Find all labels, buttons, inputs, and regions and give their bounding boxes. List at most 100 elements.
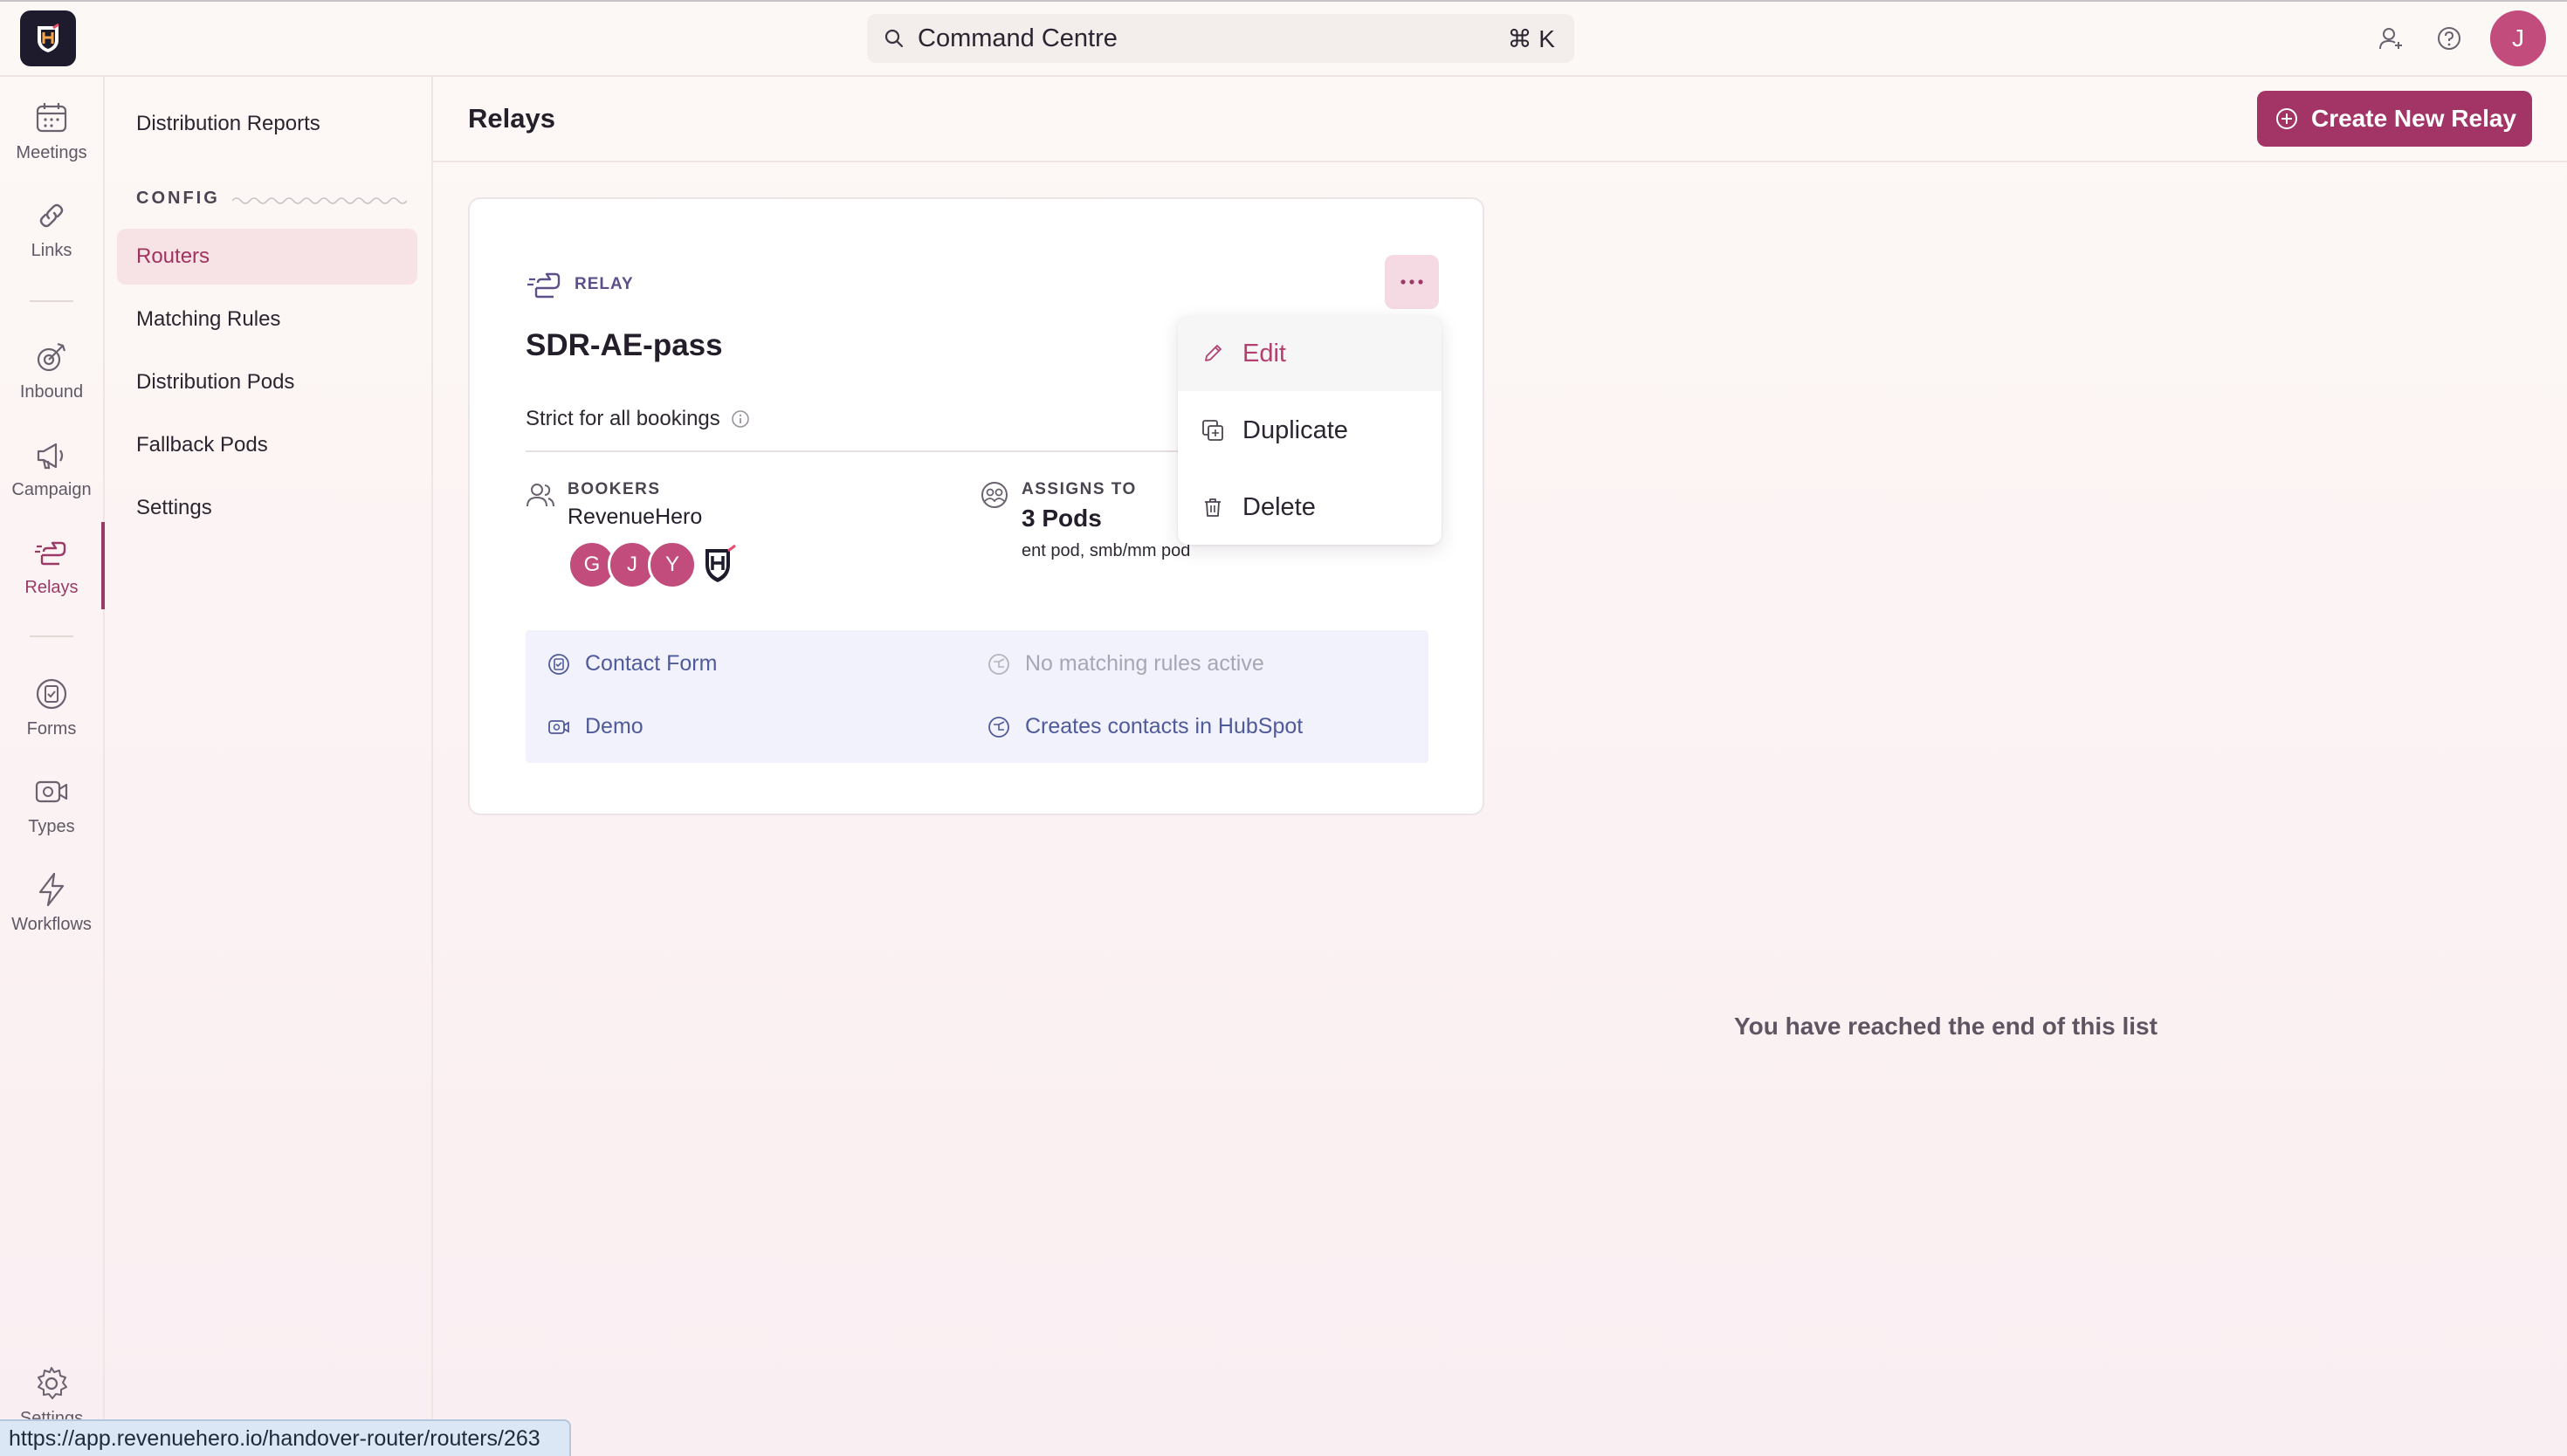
assigns-value: 3 Pods bbox=[1022, 505, 1102, 532]
gear-icon bbox=[38, 1366, 67, 1399]
rules-icon bbox=[988, 653, 1009, 675]
assigns-section: ASSIGNS TO 3 Pods ent pod, smb/mm pod bbox=[980, 480, 1190, 561]
menu-item-label: Delete bbox=[1242, 492, 1316, 521]
subnav-item-fallback-pods[interactable]: Fallback Pods bbox=[117, 417, 417, 473]
info-icon[interactable] bbox=[731, 409, 750, 429]
revenuehero-shield-icon bbox=[699, 540, 742, 589]
relay-options-menu: Edit Duplicate Delete bbox=[1178, 316, 1442, 545]
config-label-text: CONFIG bbox=[136, 189, 220, 208]
trash-icon bbox=[1205, 498, 1221, 517]
rail-divider bbox=[30, 635, 73, 637]
matching-rules-text: No matching rules active bbox=[1025, 651, 1264, 676]
relay-tag: RELAY bbox=[526, 267, 634, 302]
video-icon bbox=[548, 719, 569, 734]
users-icon bbox=[526, 484, 554, 507]
form-info[interactable]: Contact Form bbox=[547, 651, 717, 676]
search-icon bbox=[884, 29, 904, 48]
rail-item-forms[interactable]: Forms bbox=[0, 663, 103, 751]
relay-icon bbox=[527, 272, 561, 299]
pencil-icon bbox=[1205, 345, 1222, 361]
browser-status-url: https://app.revenuehero.io/handover-rout… bbox=[0, 1419, 571, 1456]
app-logo[interactable] bbox=[20, 10, 76, 66]
duplicate-icon bbox=[1202, 420, 1223, 441]
meeting-type-info[interactable]: Demo bbox=[547, 714, 643, 739]
form-icon bbox=[548, 653, 569, 675]
booker-avatars: G J Y bbox=[568, 540, 742, 589]
hubspot-icon bbox=[988, 716, 1009, 738]
rail-label: Forms bbox=[26, 718, 77, 738]
subnav-item-distribution-pods[interactable]: Distribution Pods bbox=[117, 354, 417, 410]
relay-info-box: Contact Form No matching rules active De… bbox=[526, 630, 1428, 763]
config-section-label: CONFIG bbox=[136, 189, 407, 209]
rail-item-links[interactable]: Links bbox=[0, 185, 103, 272]
form-icon bbox=[36, 678, 67, 709]
squiggle-divider-icon bbox=[231, 196, 407, 204]
main-content: Relays Create New Relay RELAY SDR-AE-pas… bbox=[433, 77, 2567, 1456]
rail-label: Types bbox=[28, 816, 75, 836]
command-search[interactable]: Command Centre ⌘ K bbox=[867, 14, 1574, 63]
menu-item-edit[interactable]: Edit bbox=[1178, 316, 1442, 391]
user-avatar[interactable]: J bbox=[2490, 10, 2546, 66]
relay-name: SDR-AE-pass bbox=[526, 328, 723, 362]
relay-icon bbox=[35, 541, 66, 565]
rail-item-inbound[interactable]: Inbound bbox=[0, 326, 103, 414]
rail-label: Meetings bbox=[16, 142, 87, 162]
top-actions: J bbox=[2375, 10, 2546, 66]
logo-shield-icon bbox=[38, 23, 59, 52]
top-bar: Command Centre ⌘ K J bbox=[0, 0, 2567, 77]
subnav-item-routers[interactable]: Routers bbox=[117, 229, 417, 285]
menu-item-label: Edit bbox=[1242, 339, 1286, 367]
rail-item-campaign[interactable]: Campaign bbox=[0, 424, 103, 512]
menu-item-delete[interactable]: Delete bbox=[1178, 470, 1442, 545]
rail-label: Workflows bbox=[11, 914, 92, 934]
rail-label: Relays bbox=[24, 577, 79, 597]
plus-circle-icon bbox=[2275, 108, 2297, 129]
help-icon[interactable] bbox=[2433, 22, 2466, 55]
search-shortcut: ⌘ K bbox=[1507, 24, 1555, 52]
sub-navigation: Distribution Reports CONFIG Routers Matc… bbox=[105, 77, 433, 1456]
page-title: Relays bbox=[468, 103, 555, 134]
bookers-label: BOOKERS bbox=[568, 480, 661, 498]
assigns-label: ASSIGNS TO bbox=[1022, 480, 1137, 498]
rail-label: Campaign bbox=[11, 479, 92, 499]
calendar-icon bbox=[36, 102, 67, 132]
booker-avatar[interactable]: Y bbox=[648, 540, 697, 589]
subnav-item-matching-rules[interactable]: Matching Rules bbox=[117, 292, 417, 347]
strictness-row: Strict for all bookings bbox=[526, 407, 750, 431]
meeting-type-name: Demo bbox=[585, 714, 643, 738]
inbound-icon bbox=[37, 342, 66, 371]
rail-label: Links bbox=[31, 240, 72, 260]
rail-item-workflows[interactable]: Workflows bbox=[0, 859, 103, 946]
create-button-label: Create New Relay bbox=[2310, 105, 2516, 132]
window-edge bbox=[0, 0, 2567, 2]
page-header: Relays Create New Relay bbox=[433, 77, 2567, 162]
link-icon bbox=[39, 203, 64, 227]
add-user-icon[interactable] bbox=[2375, 22, 2408, 55]
subnav-item-distribution-reports[interactable]: Distribution Reports bbox=[117, 96, 417, 152]
crm-info[interactable]: Creates contacts in HubSpot bbox=[987, 714, 1303, 739]
assigns-pods-list: ent pod, smb/mm pod bbox=[1022, 541, 1191, 560]
subnav-item-settings[interactable]: Settings bbox=[117, 480, 417, 536]
megaphone-icon bbox=[37, 443, 64, 469]
end-of-list-message: You have reached the end of this list bbox=[1734, 1013, 2158, 1040]
rail-item-relays[interactable]: Relays bbox=[0, 522, 105, 609]
pods-icon bbox=[981, 482, 1008, 508]
form-name: Contact Form bbox=[585, 651, 718, 676]
menu-item-label: Duplicate bbox=[1242, 416, 1348, 444]
more-dots-icon bbox=[1400, 279, 1423, 285]
create-new-relay-button[interactable]: Create New Relay bbox=[2256, 91, 2532, 147]
more-options-button[interactable] bbox=[1385, 255, 1439, 309]
rail-item-meetings[interactable]: Meetings bbox=[0, 87, 103, 175]
strictness-text: Strict for all bookings bbox=[526, 407, 720, 430]
menu-item-duplicate[interactable]: Duplicate bbox=[1178, 393, 1442, 468]
rail-item-types[interactable]: Types bbox=[0, 761, 103, 848]
search-placeholder: Command Centre bbox=[918, 24, 1118, 52]
relay-tag-label: RELAY bbox=[575, 275, 634, 293]
matching-rules-info: No matching rules active bbox=[987, 651, 1264, 676]
rail-divider bbox=[30, 300, 73, 302]
rail-label: Inbound bbox=[19, 381, 84, 402]
bookers-section: BOOKERS RevenueHero G J Y bbox=[526, 480, 742, 589]
bookers-value: RevenueHero bbox=[568, 505, 703, 529]
video-icon bbox=[35, 780, 68, 802]
crm-text: Creates contacts in HubSpot bbox=[1025, 714, 1304, 738]
